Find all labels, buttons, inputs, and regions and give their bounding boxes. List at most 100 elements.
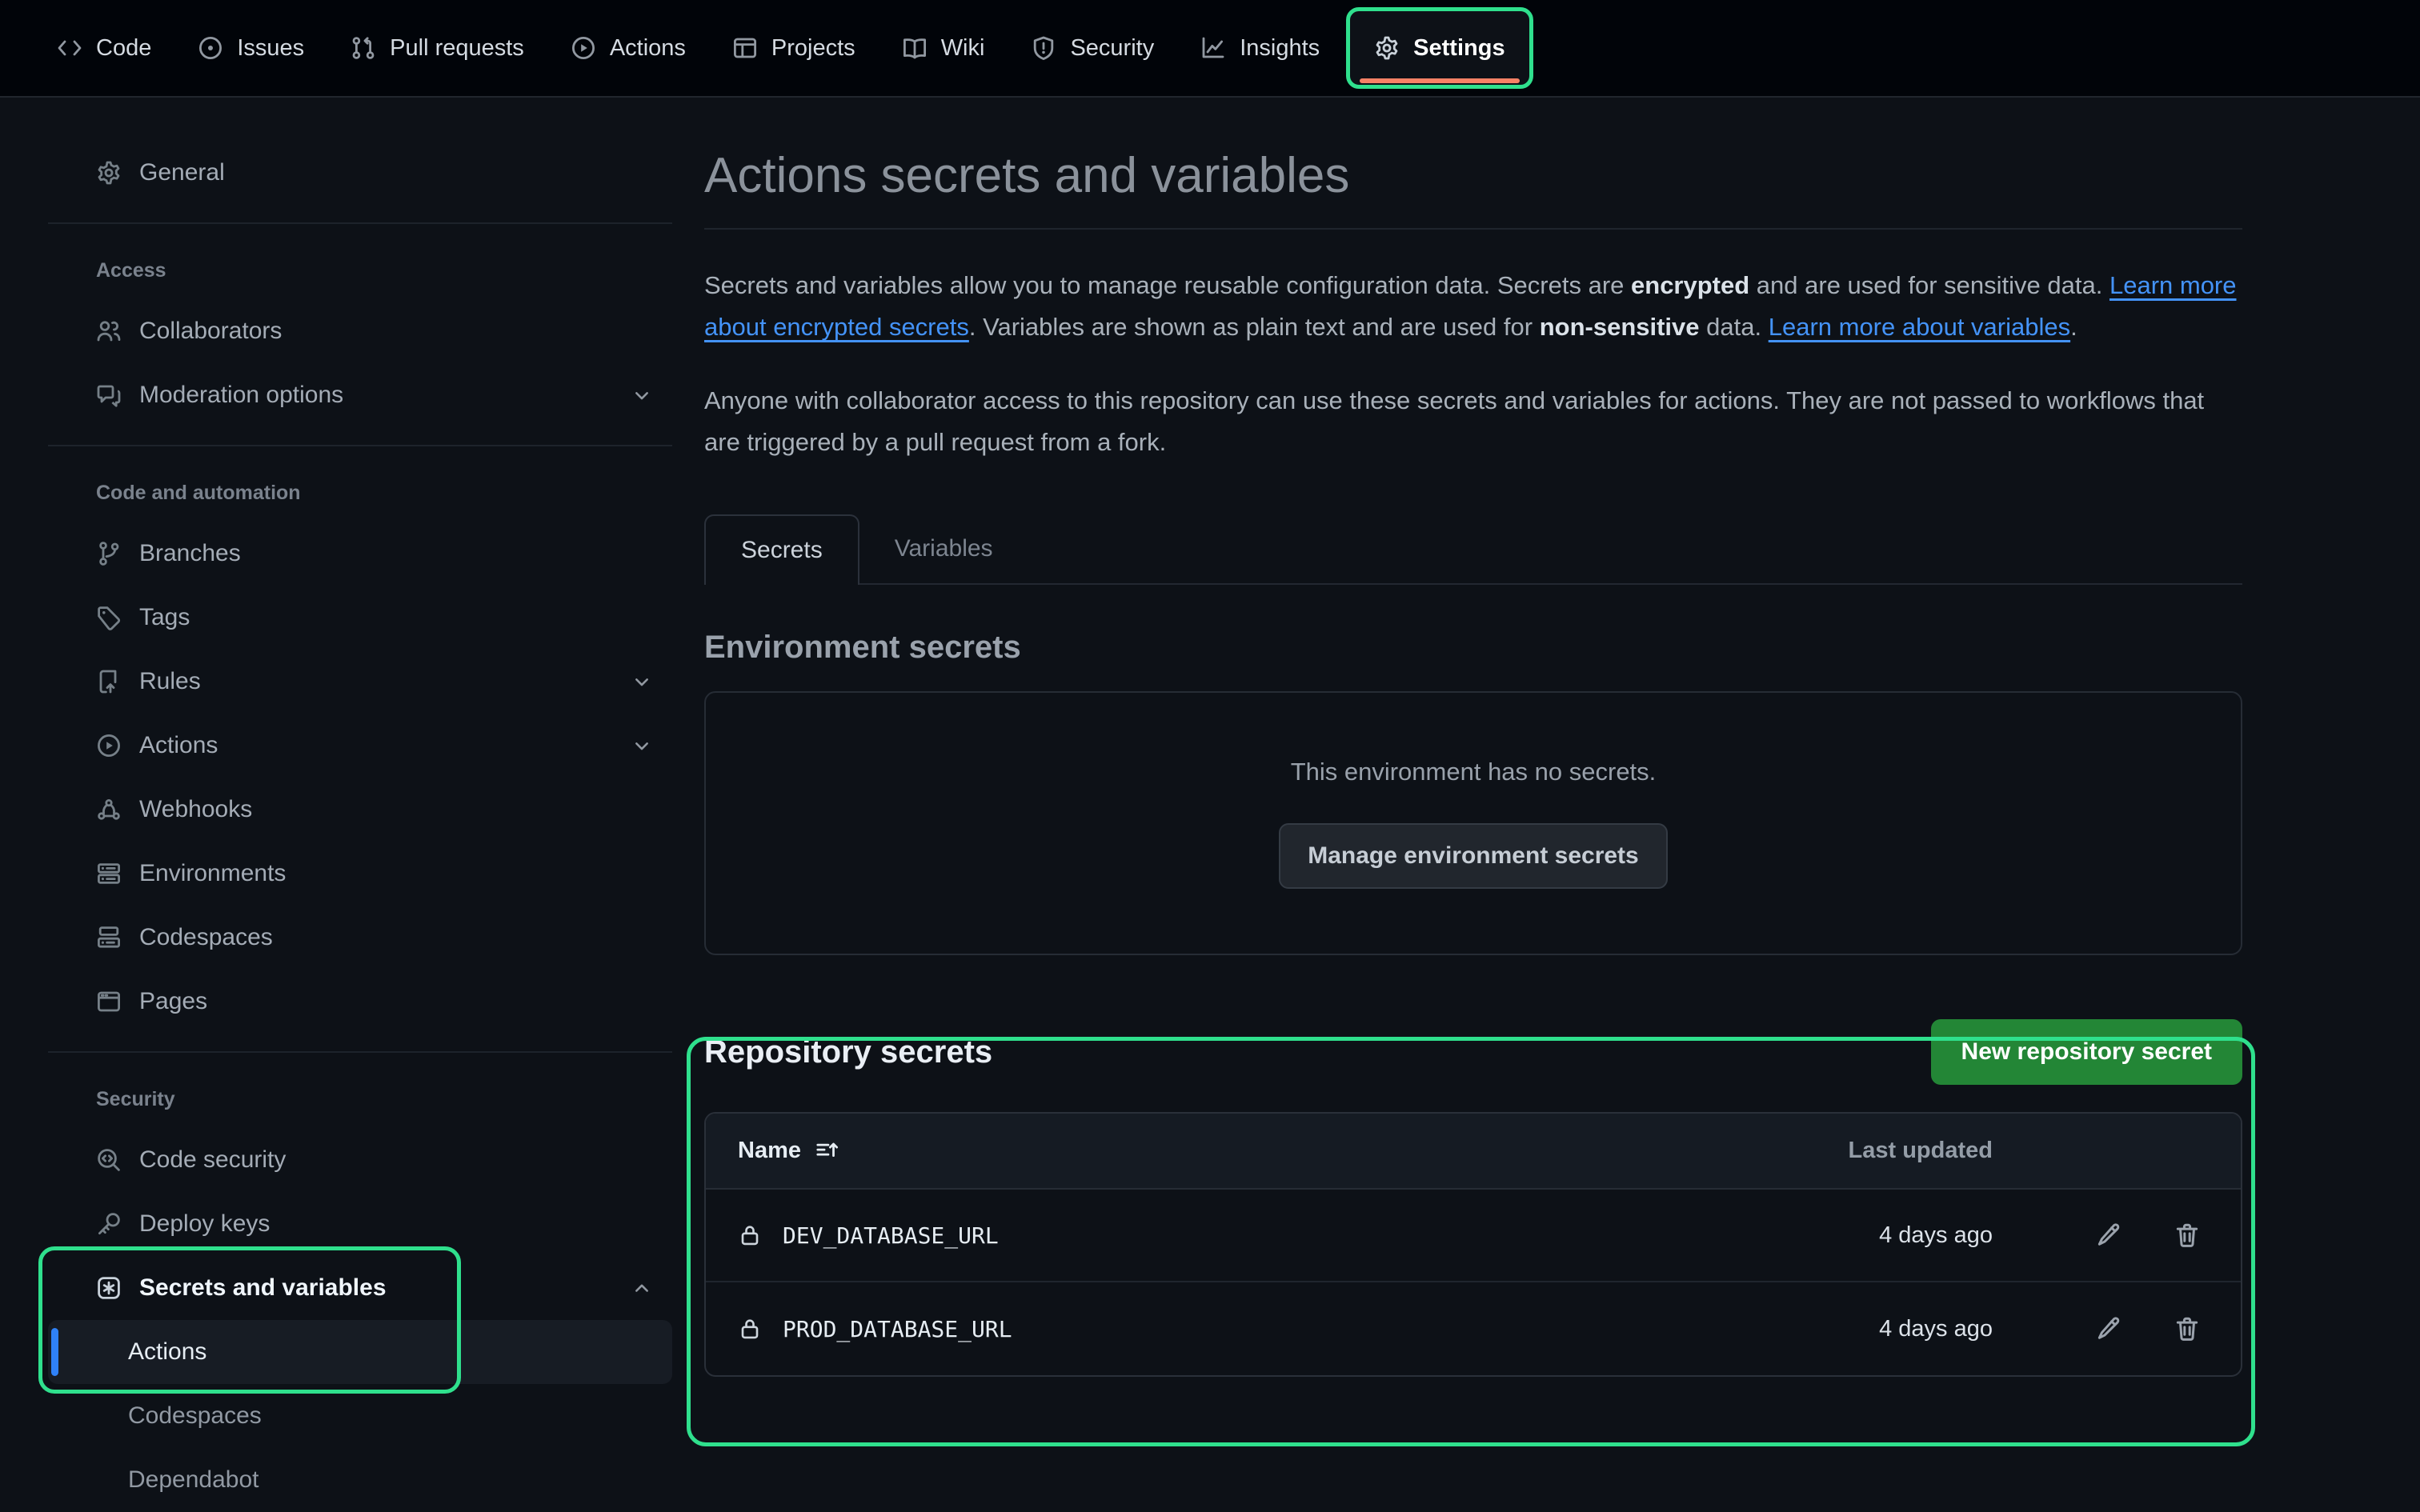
- secret-name-cell: DEV_DATABASE_URL: [738, 1222, 1769, 1249]
- collaborator-paragraph: Anyone with collaborator access to this …: [704, 380, 2242, 463]
- sidebar-subitem-actions[interactable]: Actions: [48, 1320, 672, 1384]
- lock-icon: [738, 1317, 762, 1341]
- shield-icon: [1031, 35, 1056, 61]
- secret-row-dev-database-url: DEV_DATABASE_URL 4 days ago: [706, 1190, 2241, 1282]
- tab-secrets[interactable]: Secrets: [704, 514, 859, 585]
- sidebar-item-label: General: [139, 159, 225, 186]
- chevron-down-icon: [631, 734, 653, 757]
- sidebar-item-general[interactable]: General: [48, 141, 672, 205]
- secret-name-cell: PROD_DATABASE_URL: [738, 1316, 1769, 1342]
- browser-icon: [96, 989, 122, 1014]
- sidebar-subitem-codespaces[interactable]: Codespaces: [48, 1384, 672, 1448]
- asterisk-box-icon: [96, 1275, 122, 1301]
- repository-secrets-heading: Repository secrets: [704, 1034, 992, 1070]
- sidebar-item-label: Environments: [139, 860, 286, 887]
- trash-icon: [2174, 1315, 2201, 1342]
- intro-paragraph: Secrets and variables allow you to manag…: [704, 265, 2242, 348]
- tab-variables[interactable]: Variables: [859, 514, 1028, 583]
- sidebar-item-rules[interactable]: Rules: [48, 650, 672, 714]
- row-actions: [1993, 1222, 2209, 1249]
- sidebar-item-deploy-keys[interactable]: Deploy keys: [48, 1192, 672, 1256]
- tag-icon: [96, 605, 122, 630]
- nav-item-security[interactable]: Security: [1008, 0, 1177, 96]
- intro-text: and are used for sensitive data.: [1749, 271, 2109, 299]
- chevron-down-icon: [631, 670, 653, 693]
- delete-secret-button[interactable]: [2174, 1315, 2201, 1342]
- manage-environment-secrets-button[interactable]: Manage environment secrets: [1279, 823, 1667, 889]
- sort-ascending-icon: [815, 1139, 839, 1163]
- codespaces-icon: [96, 925, 122, 950]
- nav-label: Projects: [771, 35, 855, 62]
- intro-bold-encrypted: encrypted: [1631, 271, 1749, 299]
- nav-label: Security: [1070, 35, 1154, 62]
- nav-label: Settings: [1413, 35, 1504, 62]
- sidebar-item-code-security[interactable]: Code security: [48, 1128, 672, 1192]
- delete-secret-button[interactable]: [2174, 1222, 2201, 1249]
- edit-secret-button[interactable]: [2095, 1222, 2122, 1249]
- sidebar-item-label: Tags: [139, 604, 190, 631]
- secret-row-prod-database-url: PROD_DATABASE_URL 4 days ago: [706, 1282, 2241, 1375]
- comment-discussion-icon: [96, 382, 122, 408]
- play-circle-icon: [96, 733, 122, 758]
- sidebar-subitem-dependabot[interactable]: Dependabot: [48, 1448, 672, 1512]
- sidebar-item-actions[interactable]: Actions: [48, 714, 672, 778]
- edit-secret-button[interactable]: [2095, 1315, 2122, 1342]
- git-branch-icon: [96, 541, 122, 566]
- name-header-label: Name: [738, 1138, 801, 1164]
- play-circle-icon: [571, 35, 596, 61]
- issue-opened-icon: [198, 35, 223, 61]
- pencil-icon: [2095, 1222, 2122, 1249]
- nav-item-projects[interactable]: Projects: [709, 0, 879, 96]
- sidebar-item-label: Secrets and variables: [139, 1274, 387, 1302]
- sidebar-section-code-automation: Code and automation: [48, 464, 672, 522]
- sidebar-item-label: Actions: [139, 732, 218, 759]
- new-repository-secret-button[interactable]: New repository secret: [1931, 1019, 2242, 1085]
- page-title: Actions secrets and variables: [704, 147, 2242, 204]
- gear-icon: [96, 160, 122, 186]
- codescan-icon: [96, 1147, 122, 1173]
- nav-item-settings[interactable]: Settings: [1346, 7, 1533, 89]
- sidebar-item-secrets-and-variables[interactable]: Secrets and variables: [48, 1256, 672, 1320]
- nav-label: Wiki: [941, 35, 985, 62]
- sidebar-item-codespaces[interactable]: Codespaces: [48, 906, 672, 970]
- nav-label: Code: [96, 35, 151, 62]
- nav-item-actions[interactable]: Actions: [547, 0, 709, 96]
- github-settings-page: Code Issues Pull requests Actions Projec…: [0, 0, 2420, 1512]
- sidebar-item-label: Code security: [139, 1146, 286, 1174]
- secret-name: PROD_DATABASE_URL: [783, 1316, 1012, 1342]
- nav-item-wiki[interactable]: Wiki: [879, 0, 1008, 96]
- gear-icon: [1374, 35, 1400, 61]
- repo-push-icon: [96, 669, 122, 694]
- server-icon: [96, 861, 122, 886]
- nav-label: Actions: [610, 35, 686, 62]
- sidebar-section-security: Security: [48, 1070, 672, 1128]
- sidebar-item-environments[interactable]: Environments: [48, 842, 672, 906]
- sidebar-item-collaborators[interactable]: Collaborators: [48, 299, 672, 363]
- sidebar-item-tags[interactable]: Tags: [48, 586, 672, 650]
- link-variables[interactable]: Learn more about variables: [1769, 313, 2070, 341]
- secrets-variables-tabs: Secrets Variables: [704, 514, 2242, 585]
- sidebar-item-pages[interactable]: Pages: [48, 970, 672, 1034]
- row-actions: [1993, 1315, 2209, 1342]
- people-icon: [96, 318, 122, 344]
- chevron-down-icon: [631, 384, 653, 406]
- sidebar-item-label: Rules: [139, 668, 201, 695]
- sidebar-item-webhooks[interactable]: Webhooks: [48, 778, 672, 842]
- trash-icon: [2174, 1222, 2201, 1249]
- title-divider: [704, 228, 2242, 230]
- nav-item-pull-requests[interactable]: Pull requests: [327, 0, 547, 96]
- nav-item-issues[interactable]: Issues: [174, 0, 327, 96]
- settings-sidebar: General Access Collaborators Moderation …: [48, 134, 672, 1512]
- secret-updated: 4 days ago: [1769, 1316, 1993, 1342]
- key-icon: [96, 1211, 122, 1237]
- secret-name: DEV_DATABASE_URL: [783, 1222, 999, 1249]
- sidebar-item-label: Moderation options: [139, 382, 343, 409]
- selected-indicator-bar: [51, 1328, 58, 1376]
- sidebar-item-moderation-options[interactable]: Moderation options: [48, 363, 672, 427]
- sidebar-item-branches[interactable]: Branches: [48, 522, 672, 586]
- name-column-header[interactable]: Name: [738, 1138, 1769, 1164]
- sidebar-section-access: Access: [48, 242, 672, 299]
- code-icon: [57, 35, 82, 61]
- nav-item-code[interactable]: Code: [34, 0, 174, 96]
- nav-item-insights[interactable]: Insights: [1177, 0, 1343, 96]
